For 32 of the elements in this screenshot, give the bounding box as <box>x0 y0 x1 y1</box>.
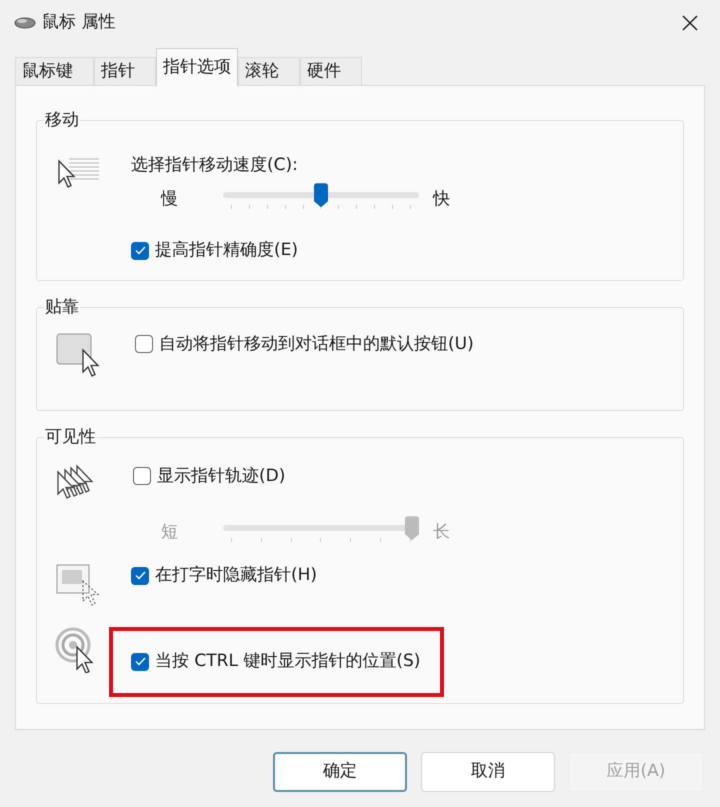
slider-min-label: 慢 <box>161 188 179 210</box>
checkbox-label: 当按 CTRL 键时显示指针的位置(S) <box>155 650 420 673</box>
checkbox[interactable] <box>135 335 153 354</box>
checkbox-label: 自动将指针移动到对话框中的默认按钮(U) <box>159 332 474 356</box>
window-title: 鼠标 属性 <box>42 10 116 34</box>
checkbox-label: 在打字时隐藏指针(H) <box>155 564 318 587</box>
slider-thumb[interactable] <box>314 183 328 208</box>
checkmark-icon <box>134 657 146 666</box>
group-title: 移动 <box>44 110 80 130</box>
slider-min-label: 短 <box>161 520 179 544</box>
tab[interactable]: 指针选项 <box>156 48 238 86</box>
slider-max-label: 长 <box>433 520 450 544</box>
checkbox-label: 提高指针精确度(E) <box>155 239 298 262</box>
checkbox[interactable] <box>131 242 149 260</box>
checkbox-label: 显示指针轨迹(D) <box>157 464 286 488</box>
mouse-icon <box>14 16 36 28</box>
checkbox[interactable] <box>131 566 149 585</box>
group-title: 可见性 <box>44 426 97 446</box>
dialog-button[interactable]: 取消 <box>421 752 555 792</box>
checkmark-icon <box>134 246 146 256</box>
checkbox[interactable] <box>133 467 151 486</box>
slider-max-label: 快 <box>433 188 450 210</box>
tab[interactable]: 滚轮 <box>238 57 300 85</box>
tab[interactable]: 硬件 <box>300 57 362 85</box>
dialog-button[interactable]: 确定 <box>273 752 407 792</box>
checkmark-icon <box>134 571 146 580</box>
group-title: 贴靠 <box>44 296 80 316</box>
slider-label: 选择指针移动速度(C): <box>131 154 299 177</box>
tab[interactable]: 鼠标键 <box>15 57 94 85</box>
close-icon <box>682 14 698 30</box>
checkbox[interactable] <box>131 652 149 671</box>
tab[interactable]: 指针 <box>94 57 156 85</box>
